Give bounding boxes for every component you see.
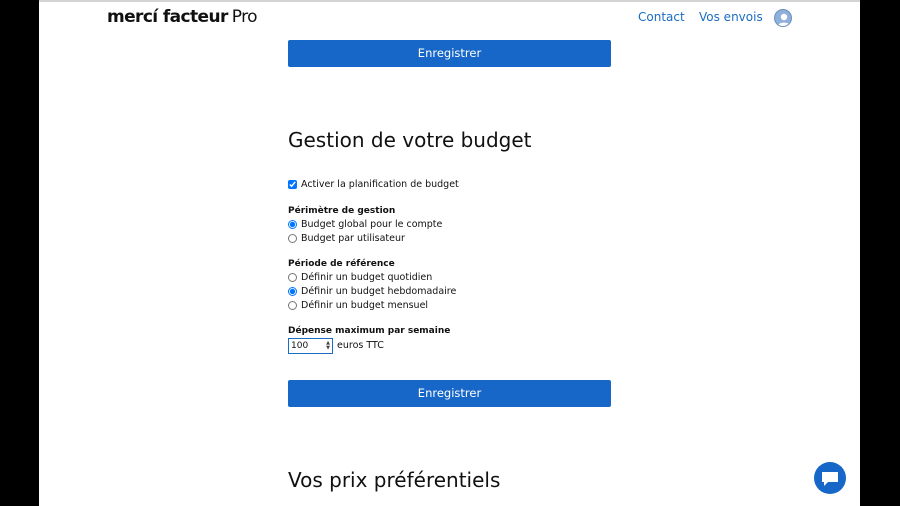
- top-save-button[interactable]: Enregistrer: [288, 40, 611, 67]
- page: mercí facteur Pro Contact Vos envois Enre…: [39, 0, 860, 506]
- enable-budget-checkbox[interactable]: [288, 180, 297, 189]
- period-option-daily[interactable]: Définir un budget quotidien: [288, 272, 432, 283]
- period-heading: Période de référence: [288, 259, 395, 269]
- scope-heading: Périmètre de gestion: [288, 206, 396, 216]
- nav-vos-envois[interactable]: Vos envois: [699, 10, 763, 24]
- max-spend-value: 100: [291, 341, 309, 351]
- scope-radio-user[interactable]: [288, 234, 297, 243]
- period-label-monthly: Définir un budget mensuel: [301, 300, 429, 311]
- budget-save-button[interactable]: Enregistrer: [288, 380, 611, 407]
- period-label-daily: Définir un budget quotidien: [301, 272, 433, 283]
- period-radio-monthly[interactable]: [288, 301, 297, 310]
- enable-budget-label: Activer la planification de budget: [301, 179, 459, 190]
- spinner-arrows-icon[interactable]: ▲ ▼: [324, 341, 332, 351]
- period-radio-daily[interactable]: [288, 273, 297, 282]
- scope-option-global[interactable]: Budget global pour le compte: [288, 219, 442, 230]
- period-radio-weekly[interactable]: [288, 287, 297, 296]
- max-spend-unit: euros TTC: [337, 340, 384, 351]
- nav-contact[interactable]: Contact: [638, 10, 685, 24]
- enable-budget-row[interactable]: Activer la planification de budget: [288, 179, 459, 190]
- scope-label-user: Budget par utilisateur: [301, 233, 405, 244]
- logo[interactable]: mercí facteur Pro: [107, 7, 258, 27]
- scope-label-global: Budget global pour le compte: [301, 219, 443, 230]
- top-divider: [39, 0, 860, 2]
- scope-radio-global[interactable]: [288, 220, 297, 229]
- max-spend-input[interactable]: 100 ▲ ▼: [288, 338, 333, 354]
- max-spend-heading: Dépense maximum par semaine: [288, 326, 451, 336]
- scope-option-user[interactable]: Budget par utilisateur: [288, 233, 405, 244]
- period-option-weekly[interactable]: Définir un budget hebdomadaire: [288, 286, 456, 297]
- logo-pro: Pro: [231, 7, 258, 27]
- logo-text: mercí facteur: [107, 7, 228, 27]
- chat-bubble-icon[interactable]: [814, 462, 846, 494]
- prices-title: Vos prix préférentiels: [288, 468, 501, 492]
- user-avatar-icon[interactable]: [774, 9, 792, 27]
- period-option-monthly[interactable]: Définir un budget mensuel: [288, 300, 428, 311]
- period-label-weekly: Définir un budget hebdomadaire: [301, 286, 457, 297]
- budget-title: Gestion de votre budget: [288, 128, 532, 152]
